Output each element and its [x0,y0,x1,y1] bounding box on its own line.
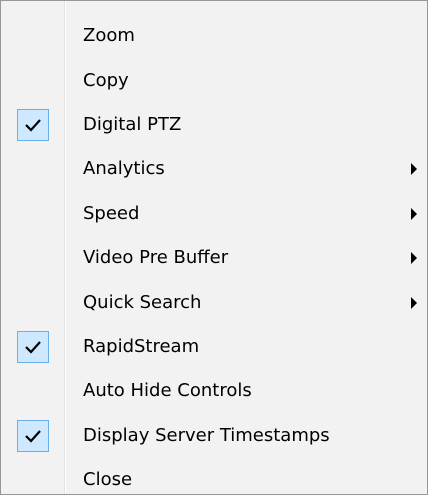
menu-item-analytics[interactable]: Analytics [1,147,427,191]
submenu-arrow-icon [411,207,417,220]
menu-item-label: Auto Hide Controls [83,380,252,402]
menu-item-label: Speed [83,202,140,224]
menu-item-label: Digital PTZ [83,113,182,135]
context-menu: Zoom Copy Digital PTZ Analytics Speed Vi… [0,0,428,495]
menu-item-copy[interactable]: Copy [1,58,427,102]
menu-item-label: Zoom [83,25,135,47]
menu-item-speed[interactable]: Speed [1,192,427,236]
menu-item-label: Close [83,469,133,491]
menu-item-display-server-timestamps[interactable]: Display Server Timestamps [1,414,427,458]
menu-item-close[interactable]: Close [1,458,427,502]
menu-items: Zoom Copy Digital PTZ Analytics Speed Vi… [1,14,427,502]
menu-item-video-pre-buffer[interactable]: Video Pre Buffer [1,236,427,280]
menu-item-label: Quick Search [83,291,202,313]
menu-item-label: Display Server Timestamps [83,424,330,446]
menu-item-zoom[interactable]: Zoom [1,14,427,58]
menu-item-label: Video Pre Buffer [83,247,229,269]
menu-item-label: Analytics [83,158,165,180]
checkmark-icon [17,330,49,363]
menu-item-auto-hide-controls[interactable]: Auto Hide Controls [1,369,427,413]
submenu-arrow-icon [411,296,417,309]
menu-item-label: Copy [83,69,129,91]
submenu-arrow-icon [411,163,417,176]
checkmark-icon [17,108,49,141]
submenu-arrow-icon [411,252,417,265]
menu-item-label: RapidStream [83,335,200,357]
menu-item-quick-search[interactable]: Quick Search [1,280,427,324]
menu-item-rapidstream[interactable]: RapidStream [1,325,427,369]
menu-item-digital-ptz[interactable]: Digital PTZ [1,103,427,147]
checkmark-icon [17,419,49,452]
